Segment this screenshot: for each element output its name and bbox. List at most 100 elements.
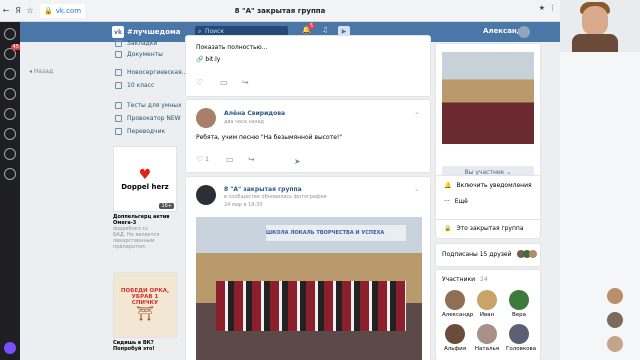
translate-icon	[115, 128, 122, 135]
post-time[interactable]: два часа назад	[224, 119, 264, 125]
post-subline: в сообществе обновилась фотография	[224, 194, 327, 200]
ad-brand: Doppel herz	[121, 183, 169, 191]
friends-card[interactable]: Подписаны 15 друзей	[436, 244, 540, 266]
alice-icon[interactable]	[4, 342, 16, 354]
collections-icon[interactable]	[4, 108, 16, 120]
vk-logo-icon: vk	[112, 26, 124, 38]
avatar[interactable]	[607, 336, 623, 352]
avatar[interactable]	[196, 108, 216, 128]
star-icon[interactable]	[4, 68, 16, 80]
menu-icon[interactable]: ⋮	[549, 4, 556, 12]
member-item[interactable]: Головкова	[506, 324, 536, 352]
nav-item-documents[interactable]: Документы	[115, 51, 163, 58]
nav-item-label: Переводчик	[127, 128, 166, 135]
share-icon[interactable]: ↪	[242, 78, 249, 87]
like-icon: ♡	[196, 155, 204, 164]
downloads-icon[interactable]	[4, 128, 16, 140]
webcam-overlay	[560, 0, 640, 52]
ad-image[interactable]: ♥ Doppel herz 16+	[113, 146, 177, 212]
member-item[interactable]: Иван	[474, 290, 500, 318]
back-arrow-icon[interactable]: ←	[0, 6, 12, 15]
nav-item-label: 10 класс	[127, 82, 155, 89]
webcam-person-face	[582, 6, 608, 36]
ad-title[interactable]: Сидишь в ВК? Попробуй это!	[113, 340, 177, 352]
member-item[interactable]: Александр	[442, 290, 473, 318]
music-note-icon[interactable]: ♫	[322, 26, 328, 34]
ad-description: БАД. Не является лекарственным препарато…	[113, 232, 160, 250]
member-name: Александр	[442, 312, 474, 318]
more-icon: ···	[444, 198, 450, 205]
member-item[interactable]: Вера	[506, 290, 532, 318]
avatar[interactable]	[607, 288, 623, 304]
right-strip	[560, 52, 640, 360]
friend-avatars	[516, 250, 537, 258]
share-icon[interactable]: ↪	[248, 155, 255, 164]
nav-item-provokator[interactable]: Провокатор NEW	[115, 115, 181, 122]
show-more-link[interactable]: Показать полностью...	[196, 44, 267, 51]
post-photo[interactable]: ШКОЛА ЛОКАЛЬ ТВОРЧЕСТВА И УСПЕХА	[196, 217, 422, 360]
members-header[interactable]: Участники 24	[442, 276, 488, 283]
nav-item-group-10-class[interactable]: 10 класс	[115, 82, 154, 89]
music-icon[interactable]	[4, 148, 16, 160]
avatar[interactable]	[196, 185, 216, 205]
avatar	[509, 290, 529, 310]
closed-group-label: Это закрытая группа	[456, 225, 524, 232]
friends-subscribed[interactable]: Подписаны 15 друзей	[442, 250, 537, 258]
nav-item-group-novosergievskaya[interactable]: Новосергиевская...	[115, 69, 187, 76]
avatar[interactable]	[518, 26, 530, 38]
member-name: Вера	[511, 312, 527, 318]
chevron-down-icon[interactable]: ⌄	[414, 108, 420, 116]
comment-icon[interactable]: ▭	[220, 78, 228, 87]
post-link-label: bit.ly	[205, 56, 221, 63]
clock-icon[interactable]	[4, 88, 16, 100]
like-button[interactable]: ♡ 1	[196, 155, 209, 164]
age-rating: 16+	[159, 203, 174, 209]
ad-title[interactable]: Доппельгерц актив Омега-3	[113, 214, 177, 226]
avatar[interactable]	[607, 312, 623, 328]
group-icon	[115, 115, 122, 122]
notify-label: Включить уведомления	[456, 182, 532, 189]
chevron-down-icon[interactable]: ⌄	[414, 185, 420, 193]
more-button[interactable]: ··· Ещё	[444, 198, 468, 205]
nav-item-label: Закладки	[127, 40, 158, 47]
ad-doppelherz[interactable]: ♥ Doppel herz 16+ Доппельгерц актив Омег…	[113, 146, 177, 250]
ad-game[interactable]: ПОБЕДИ ОРКА, УБРАВ 1 СПИЧКУ ⛩ Сидишь в В…	[113, 272, 177, 352]
like-icon[interactable]: ♡	[196, 78, 203, 87]
lock-icon: 🔒	[44, 6, 53, 15]
group-icon	[115, 82, 122, 89]
post-author[interactable]: 8 "А" закрытая группа	[224, 186, 302, 193]
back-link[interactable]: ◂ Назад	[29, 68, 53, 75]
home-icon[interactable]	[4, 28, 16, 40]
comment-icon[interactable]: ▭	[226, 155, 234, 164]
member-item[interactable]: Альфия	[442, 324, 468, 352]
ad-image[interactable]: ПОБЕДИ ОРКА, УБРАВ 1 СПИЧКУ ⛩	[113, 272, 177, 338]
notify-button[interactable]: 🔔 Включить уведомления	[444, 182, 532, 189]
bell-icon: 🔔	[444, 182, 452, 189]
vk-page: vk #лучшедома ⌕ Поиск 🔔 5 ♫ ▶ Александр ◂…	[20, 22, 560, 360]
friends-label: Подписаны 15 друзей	[442, 250, 512, 258]
address-bar[interactable]: 🔒 vk.com	[40, 3, 86, 18]
avatar	[445, 290, 465, 310]
member-item[interactable]: Наталья	[474, 324, 500, 352]
browser-toolbar: ← Я ☆ 🔒 vk.com 8 "А" закрытая группа ★ ⋮	[0, 0, 560, 22]
notifications-icon[interactable]: 45	[4, 44, 21, 60]
member-name: Иван	[479, 312, 495, 318]
url-text: vk.com	[55, 6, 82, 15]
settings-icon[interactable]	[4, 168, 16, 180]
nav-item-tests[interactable]: Тесты для умных	[115, 102, 182, 109]
group-cover-photo[interactable]	[442, 52, 534, 144]
nav-item-bookmarks[interactable]: Закладки	[115, 40, 157, 47]
nav-item-translator[interactable]: Переводчик	[115, 128, 165, 135]
browser-actions: ★ ⋮	[539, 4, 556, 12]
ya-logo[interactable]: Я	[12, 6, 24, 15]
vk-logo[interactable]: vk #лучшедома	[112, 26, 180, 38]
post-link[interactable]: 🔗 bit.ly	[196, 56, 220, 63]
nav-item-label: Тесты для умных	[127, 102, 182, 109]
star-icon[interactable]: ★	[539, 4, 545, 12]
bell-count: 5	[308, 23, 316, 29]
bell-icon[interactable]: 🔔 5	[302, 23, 316, 34]
post-author[interactable]: Алёна Свиридова	[224, 110, 285, 117]
bookmark-star-icon[interactable]: ☆	[24, 6, 36, 15]
closed-group-card: 🔒 Это закрытая группа	[436, 220, 540, 238]
post-date[interactable]: 24 мар в 19:30	[224, 202, 263, 208]
